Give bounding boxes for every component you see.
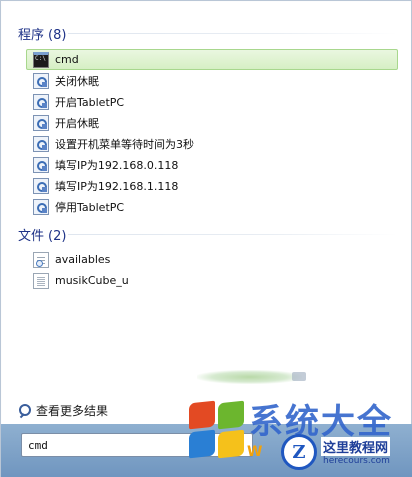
search-results-panel: 程序(8) cmd 关闭休眠 开启TabletPC 开启休眠 设置开机菜单等待时…: [2, 2, 411, 424]
image-artifact: [197, 370, 302, 384]
files-section-title: 文件 (2): [18, 229, 67, 244]
script-icon: [33, 198, 49, 215]
start-menu: 程序(8) cmd 关闭休眠 开启TabletPC 开启休眠 设置开机菜单等待时…: [0, 0, 412, 477]
text-file-icon: [33, 272, 49, 289]
windows-logo-icon: [187, 400, 245, 460]
watermark-site-url: herecours.com: [323, 456, 390, 466]
script-icon: [33, 72, 49, 89]
image-artifact: [292, 372, 306, 381]
program-item-ip-1-118[interactable]: 填写IP为192.168.1.118: [26, 175, 398, 196]
program-item-cmd[interactable]: cmd: [26, 49, 398, 70]
file-item-musikcube[interactable]: musikCube_u: [26, 270, 398, 291]
cmd-icon: [33, 51, 49, 68]
programs-section-divider: [68, 33, 398, 34]
script-icon: [33, 177, 49, 194]
site-watermark: 系统大全 W Z 这里教程网 herecours.com: [181, 394, 412, 477]
program-item-enable-hibernate[interactable]: 开启休眠: [26, 112, 398, 133]
script-icon: [33, 135, 49, 152]
programs-section-title: 程序 (8): [18, 28, 67, 43]
program-item-enable-tabletpc[interactable]: 开启TabletPC: [26, 91, 398, 112]
files-section-divider: [68, 234, 398, 235]
watermark-site-name: 这里教程网: [321, 437, 391, 456]
file-item-availables[interactable]: availables: [26, 249, 398, 270]
watermark-badge-icon: Z: [281, 434, 317, 470]
watermark-title: 系统大全: [249, 402, 393, 442]
script-icon: [33, 156, 49, 173]
program-item-disable-hibernate[interactable]: 关闭休眠: [26, 70, 398, 91]
script-icon: [33, 114, 49, 131]
magnifier-icon: [18, 403, 32, 418]
program-item-disable-tabletpc[interactable]: 停用TabletPC: [26, 196, 398, 217]
program-item-ip-0-118[interactable]: 填写IP为192.168.0.118: [26, 154, 398, 175]
file-icon: [33, 251, 49, 268]
program-item-boot-menu-timeout[interactable]: 设置开机菜单等待时间为3秒: [26, 133, 398, 154]
script-icon: [33, 93, 49, 110]
see-more-results-link[interactable]: 查看更多结果: [18, 402, 108, 419]
watermark-letter: W: [247, 444, 263, 460]
